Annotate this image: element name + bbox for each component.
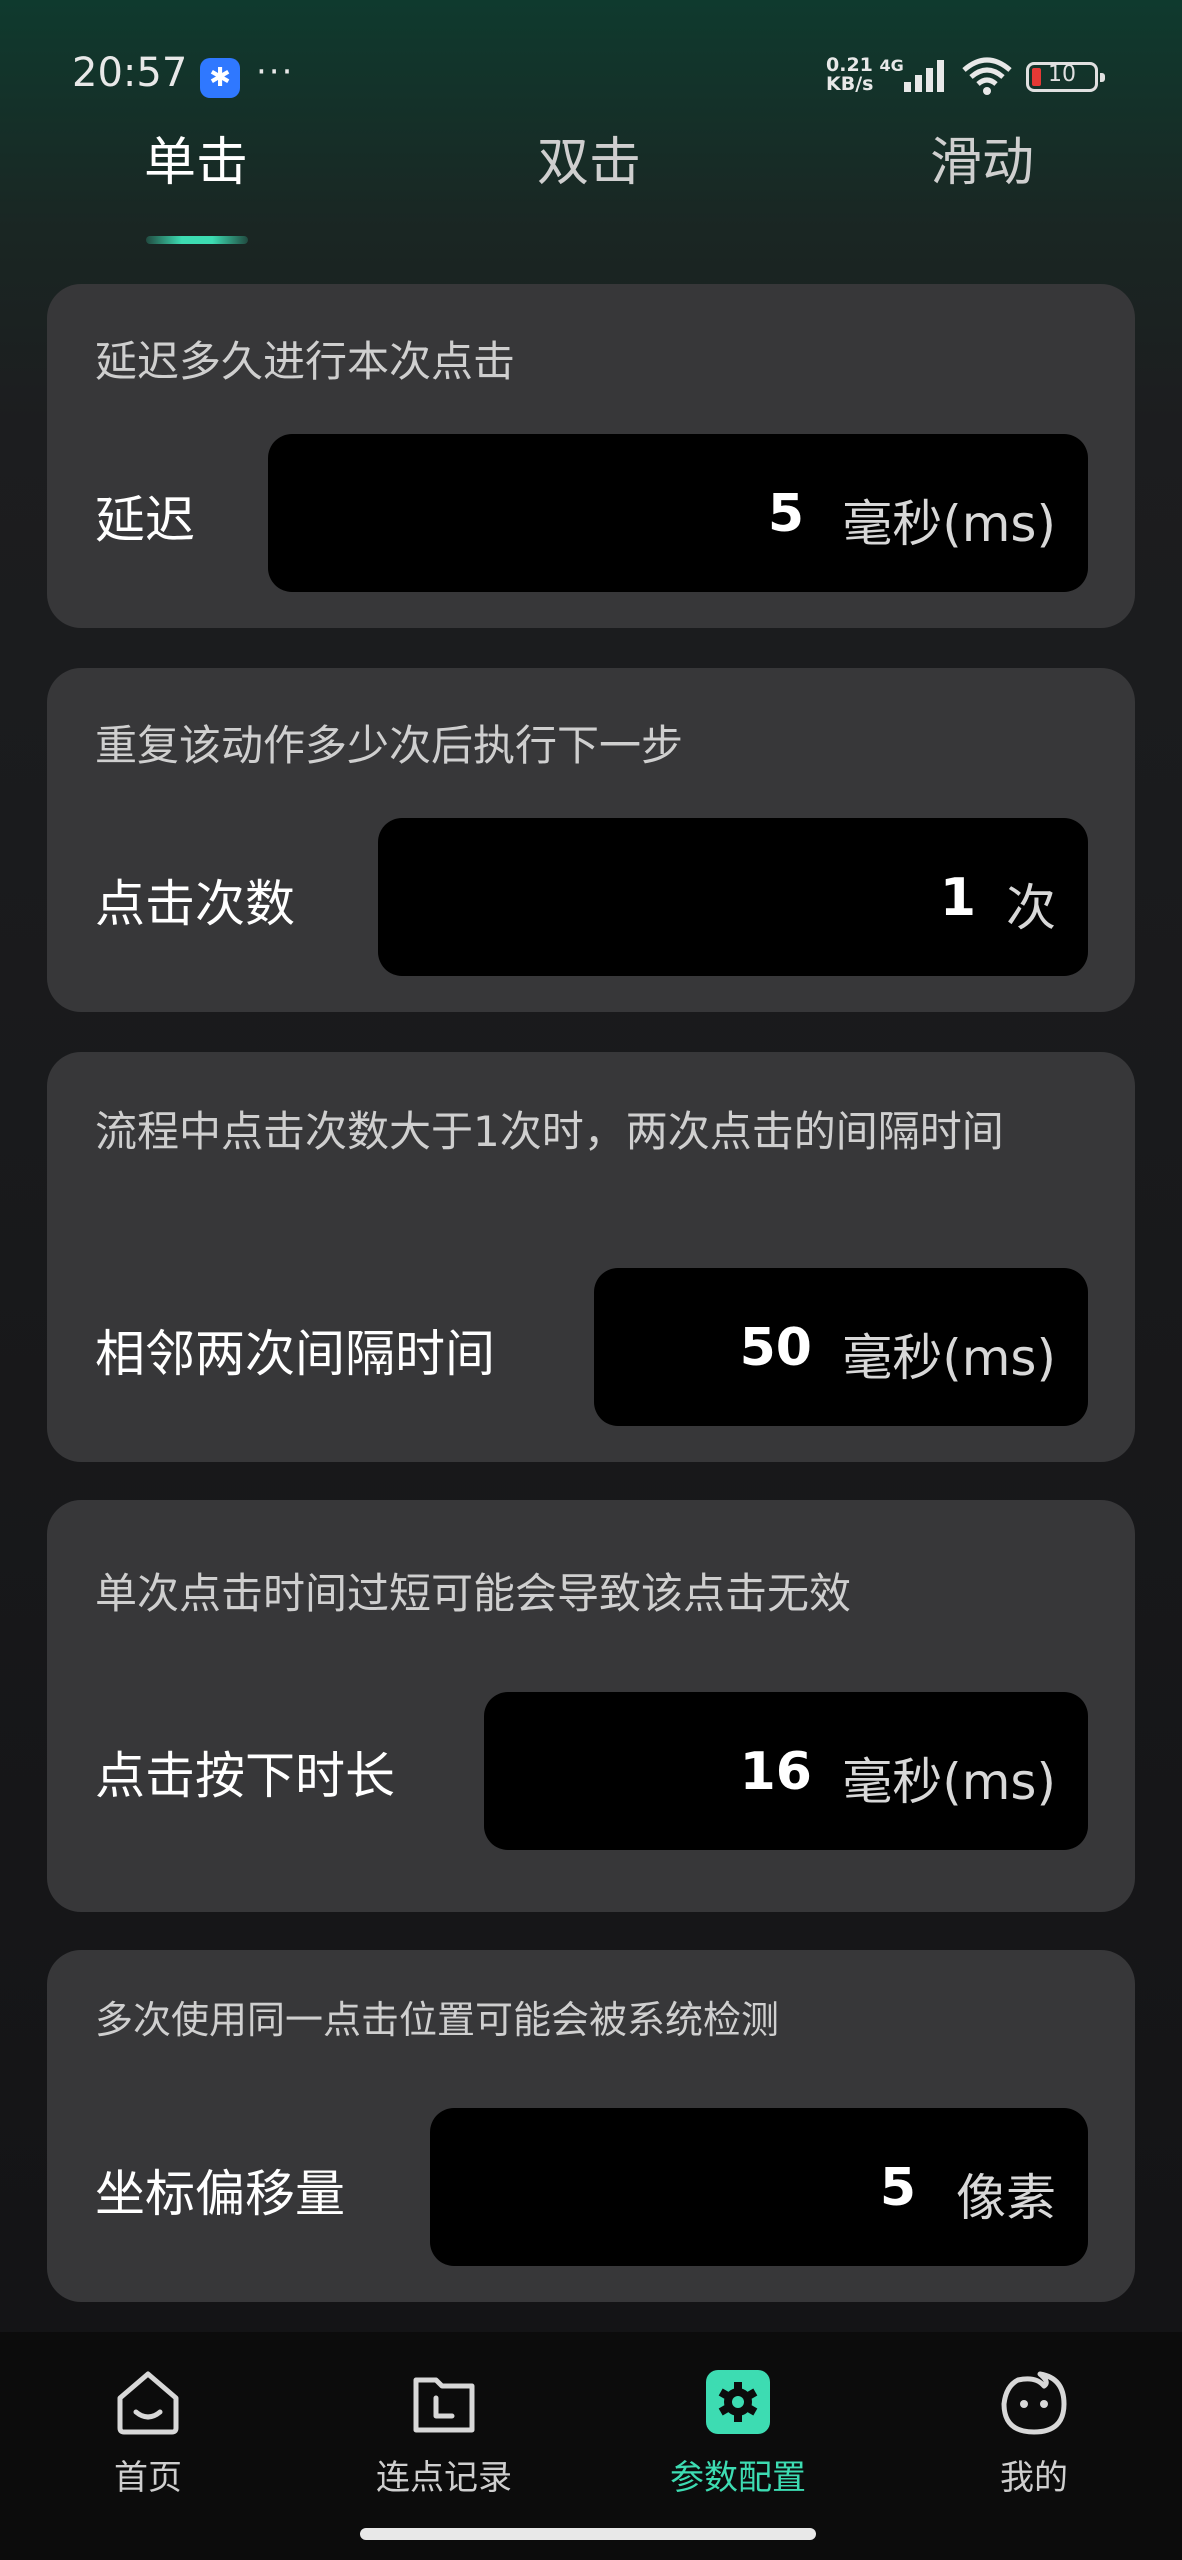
mode-tabs: 单击 双击 滑动 (0, 110, 1182, 250)
click-count-input[interactable]: 1 次 (378, 818, 1088, 976)
nav-parameter-config[interactable]: 参数配置 (638, 2364, 838, 2499)
interval-description: 流程中点击次数大于1次时，两次点击的间隔时间 (95, 1107, 1004, 1156)
offset-input[interactable]: 5 像素 (430, 2108, 1088, 2266)
interval-unit: 毫秒(ms) (842, 1329, 1056, 1387)
nav-click-records[interactable]: 连点记录 (344, 2364, 544, 2499)
home-icon (117, 2371, 179, 2435)
wifi-icon (962, 57, 1012, 95)
interval-card: 流程中点击次数大于1次时，两次点击的间隔时间 相邻两次间隔时间 50 毫秒(ms… (47, 1052, 1135, 1462)
click-count-unit: 次 (1006, 879, 1056, 937)
offset-description: 多次使用同一点击位置可能会被系统检测 (95, 1998, 780, 2042)
press-duration-card: 单次点击时间过短可能会导致该点击无效 点击按下时长 16 毫秒(ms) (47, 1500, 1135, 1912)
folder-clock-icon (413, 2377, 475, 2433)
battery-level: 10 (1048, 62, 1076, 87)
press-duration-value[interactable]: 16 (740, 1742, 812, 1802)
home-indicator[interactable] (360, 2528, 816, 2540)
click-count-label: 点击次数 (95, 875, 295, 933)
tab-swipe[interactable]: 滑动 (930, 120, 1034, 195)
tab-single-click[interactable]: 单击 (144, 120, 248, 195)
profile-face-icon (1001, 2371, 1067, 2435)
nav-mine-label: 我的 (1000, 2458, 1068, 2498)
press-duration-label: 点击按下时长 (95, 1747, 395, 1805)
offset-card: 多次使用同一点击位置可能会被系统检测 坐标偏移量 5 像素 (47, 1950, 1135, 2302)
nav-mine[interactable]: 我的 (934, 2364, 1134, 2499)
click-count-card: 重复该动作多少次后执行下一步 点击次数 1 次 (47, 668, 1135, 1012)
network-speed: 0.21 4G KB/s (826, 56, 904, 94)
tab-indicator (146, 236, 248, 244)
offset-unit: 像素 (956, 2169, 1056, 2227)
interval-value[interactable]: 50 (740, 1318, 812, 1378)
nav-parameter-config-label: 参数配置 (670, 2458, 806, 2498)
delay-description: 延迟多久进行本次点击 (95, 337, 516, 386)
offset-value[interactable]: 5 (880, 2158, 916, 2218)
nav-home-label: 首页 (114, 2458, 182, 2498)
click-count-description: 重复该动作多少次后执行下一步 (95, 721, 684, 770)
app-notification-icon: ✱ (200, 58, 240, 98)
delay-unit: 毫秒(ms) (842, 495, 1056, 553)
press-duration-unit: 毫秒(ms) (842, 1753, 1056, 1811)
more-notifications-icon: ··· (256, 52, 295, 92)
battery-icon: 10 (1026, 62, 1105, 92)
tab-double-click[interactable]: 双击 (537, 120, 641, 195)
network-speed-unit: KB/s (826, 73, 874, 95)
press-duration-input[interactable]: 16 毫秒(ms) (484, 1692, 1088, 1850)
interval-input[interactable]: 50 毫秒(ms) (594, 1268, 1088, 1426)
signal-icon (904, 60, 944, 92)
delay-input[interactable]: 5 毫秒(ms) (268, 434, 1088, 592)
bottom-navigation: 首页 连点记录 参数配置 我的 (0, 2332, 1182, 2560)
delay-value[interactable]: 5 (768, 484, 804, 544)
network-generation: 4G (879, 56, 904, 75)
gear-icon (706, 2370, 770, 2434)
interval-label: 相邻两次间隔时间 (95, 1325, 495, 1383)
delay-label: 延迟 (95, 491, 195, 549)
status-time: 20:57 (72, 50, 188, 96)
delay-card: 延迟多久进行本次点击 延迟 5 毫秒(ms) (47, 284, 1135, 628)
press-duration-description: 单次点击时间过短可能会导致该点击无效 (95, 1569, 852, 1618)
nav-click-records-label: 连点记录 (376, 2458, 512, 2498)
nav-home[interactable]: 首页 (48, 2364, 248, 2499)
click-count-value[interactable]: 1 (940, 868, 976, 928)
offset-label: 坐标偏移量 (95, 2165, 345, 2223)
